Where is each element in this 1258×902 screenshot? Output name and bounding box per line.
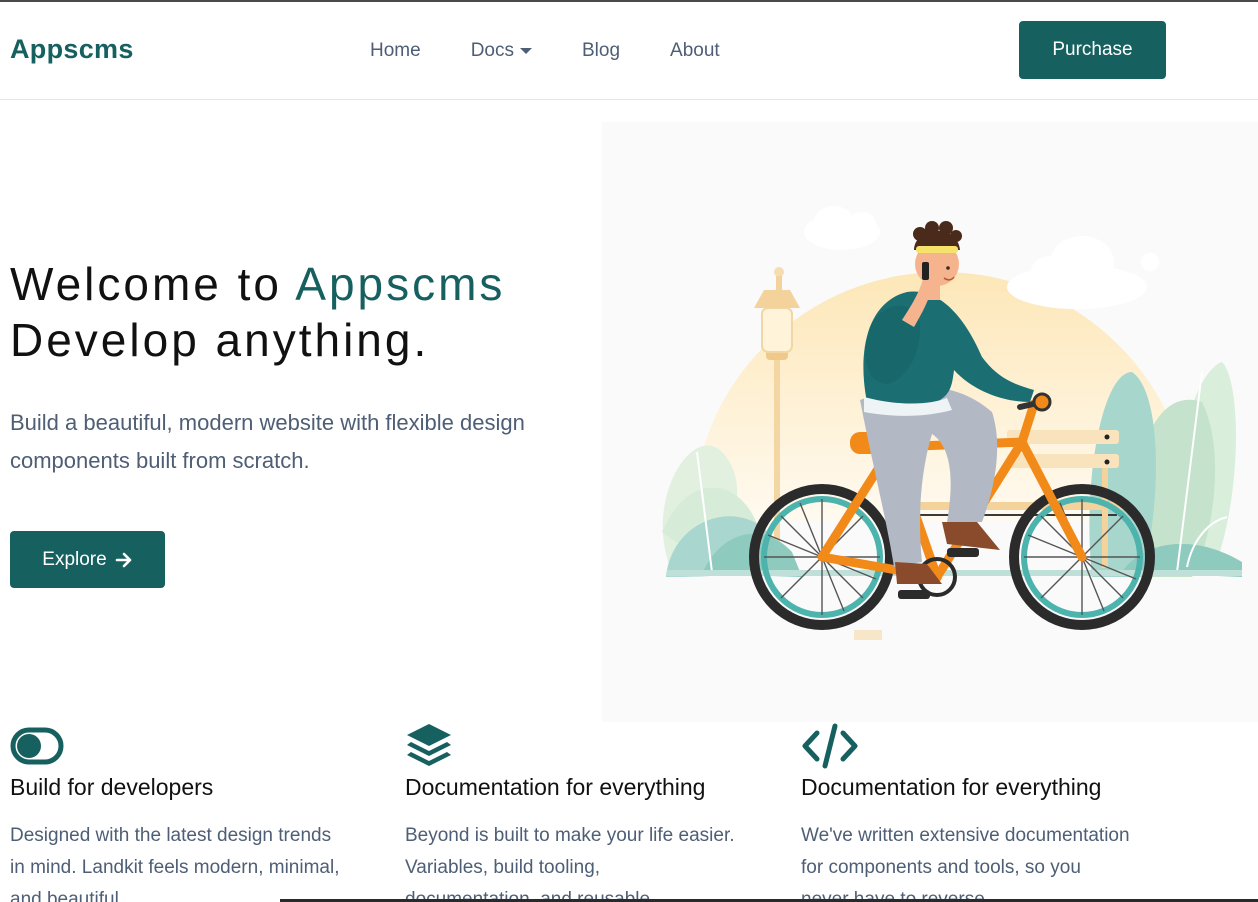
- nav-item-docs[interactable]: Docs: [471, 40, 532, 62]
- feature-card-documentation-2: Documentation for everything We've writt…: [801, 722, 1131, 902]
- feature-title: Documentation for everything: [801, 774, 1102, 800]
- nav-links: Home Docs Blog About: [370, 40, 770, 62]
- toggle-icon: [10, 727, 64, 765]
- nav-item-about[interactable]: About: [670, 40, 720, 62]
- navbar: Appscms Home Docs Blog About Purchase: [0, 2, 1258, 100]
- hero-title-prefix: Welcome to: [10, 258, 296, 310]
- layers-icon: [407, 724, 451, 766]
- explore-button-label: Explore: [42, 548, 107, 570]
- nav-item-home[interactable]: Home: [370, 40, 421, 62]
- nav-item-docs-label: Docs: [470, 40, 514, 61]
- nav-item-blog[interactable]: Blog: [582, 40, 620, 62]
- hero-illustration: [602, 122, 1258, 722]
- hero-title-line2: Develop anything.: [10, 314, 430, 366]
- feature-text: Beyond is built to make your life easier…: [405, 825, 735, 902]
- feature-card-developers: Build for developers Designed with the l…: [10, 722, 340, 902]
- feature-title: Documentation for everything: [405, 774, 706, 800]
- code-icon: [802, 723, 858, 769]
- caret-down-icon: [519, 48, 532, 54]
- brand-logo[interactable]: Appscms: [10, 34, 134, 65]
- hero-title-accent: Appscms: [295, 258, 506, 310]
- person-on-bicycle-illustration: [662, 206, 1242, 640]
- feature-title: Build for developers: [10, 774, 214, 800]
- feature-text: Designed with the latest design trends i…: [10, 825, 340, 902]
- arrow-right-icon: [115, 552, 132, 567]
- explore-button[interactable]: Explore: [10, 531, 165, 588]
- hero-title: Welcome to Appscms Develop anything.: [10, 256, 505, 368]
- feature-card-documentation: Documentation for everything Beyond is b…: [405, 722, 735, 902]
- purchase-button[interactable]: Purchase: [1019, 21, 1166, 79]
- feature-text: We've written extensive documentation fo…: [801, 825, 1130, 902]
- hero-subtitle: Build a beautiful, modern website with f…: [10, 410, 525, 473]
